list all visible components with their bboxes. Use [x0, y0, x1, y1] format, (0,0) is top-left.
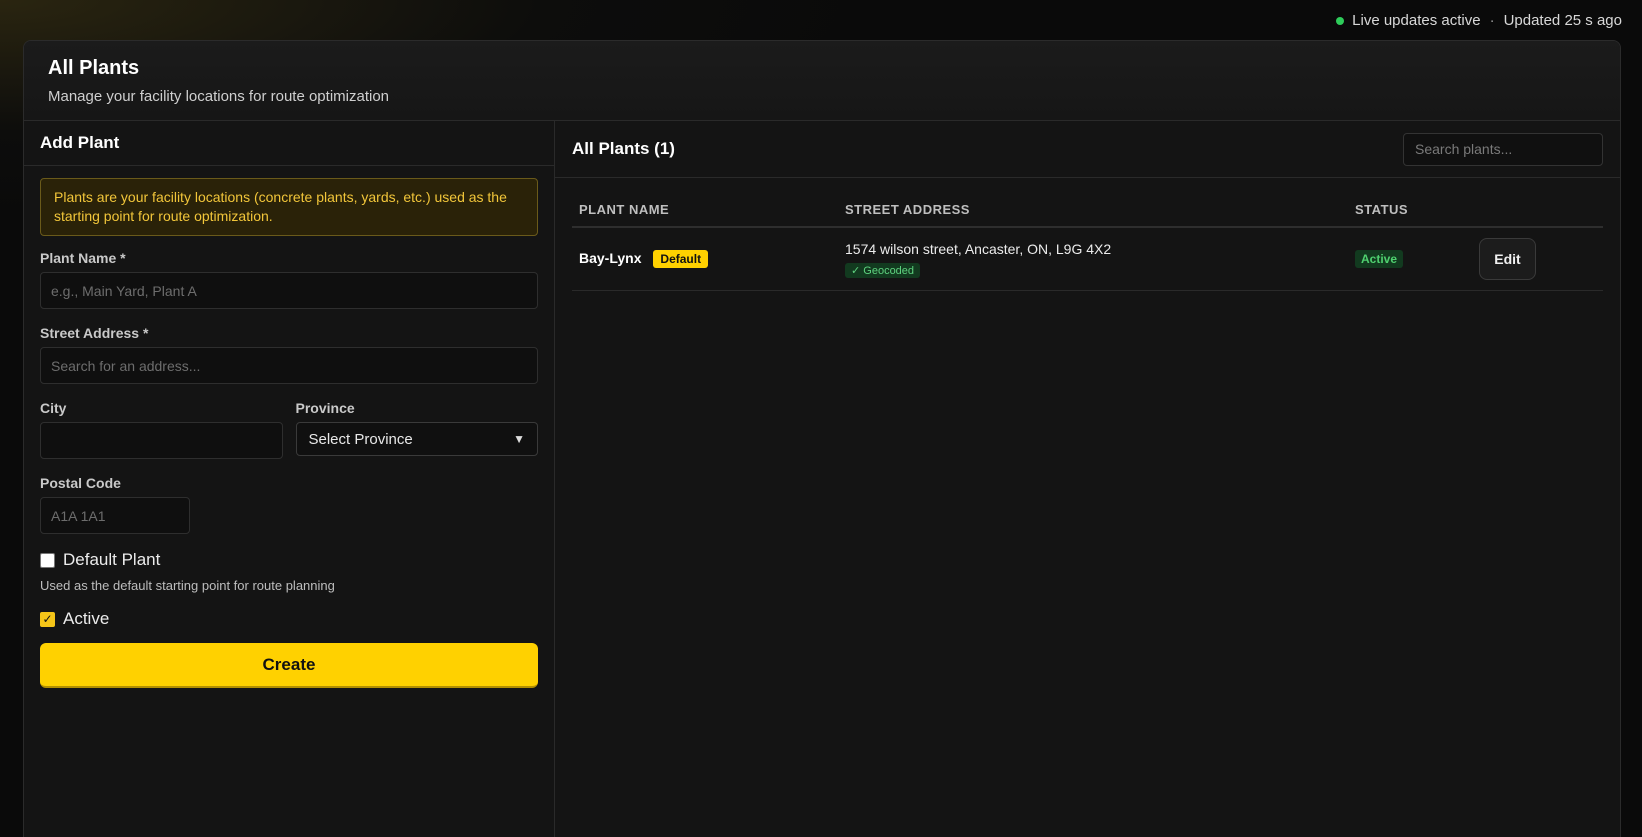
table-header: PLANT NAME STREET ADDRESS STATUS: [572, 192, 1603, 228]
active-checkbox[interactable]: ✓: [40, 611, 55, 627]
column-header-street-address: STREET ADDRESS: [845, 201, 970, 217]
status-separator: ·: [1489, 12, 1495, 29]
create-button[interactable]: Create: [40, 643, 538, 688]
list-header: All Plants (1): [555, 121, 1620, 178]
status-badge: Active: [1355, 250, 1404, 268]
actions-cell: Edit: [1472, 238, 1603, 280]
add-plant-form: Plants are your facility locations (conc…: [24, 166, 554, 700]
list-title: All Plants (1): [572, 139, 675, 158]
live-status-bar: Live updates active · Updated 25 s ago: [1336, 12, 1622, 29]
live-dot-icon: [1336, 16, 1345, 25]
city-input[interactable]: [40, 422, 283, 459]
column-header-status: STATUS: [1355, 201, 1409, 217]
geocoded-badge: ✓ Geocoded: [845, 262, 921, 278]
plants-table: PLANT NAME STREET ADDRESS STATUS Bay-Lyn…: [572, 192, 1603, 291]
page-header: All Plants Manage your facility location…: [24, 41, 1620, 121]
search-plants-input[interactable]: [1403, 132, 1603, 166]
plant-name: Bay-Lynx: [579, 250, 642, 266]
active-row: ✓ Active: [40, 609, 538, 629]
chevron-down-icon: ▼: [513, 432, 525, 446]
edit-button[interactable]: Edit: [1479, 238, 1536, 280]
add-plant-title: Add Plant: [24, 121, 554, 166]
province-label: Province: [295, 400, 355, 416]
table-row: Bay-Lynx Default 1574 wilson street, Anc…: [572, 228, 1603, 291]
column-header-plant-name: PLANT NAME: [579, 201, 670, 217]
default-plant-hint: Used as the default starting point for r…: [40, 578, 335, 593]
page-subtitle: Manage your facility locations for route…: [48, 88, 390, 105]
postal-code-input[interactable]: [40, 497, 190, 534]
active-label: Active: [63, 609, 110, 628]
updated-timestamp: Updated 25 s ago: [1503, 12, 1622, 29]
default-plant-checkbox[interactable]: [40, 552, 55, 568]
province-select[interactable]: Select Province ▼: [295, 422, 538, 456]
default-badge: Default: [653, 250, 709, 268]
plant-name-cell: Bay-Lynx Default: [572, 250, 838, 268]
street-address-input[interactable]: [40, 347, 538, 384]
province-selected-value: Select Province: [308, 430, 413, 448]
plants-panel: All Plants Manage your facility location…: [23, 40, 1621, 837]
plant-name-input[interactable]: [40, 272, 538, 309]
live-status-text: Live updates active: [1352, 12, 1481, 29]
plant-name-label: Plant Name *: [40, 250, 126, 266]
status-cell: Active: [1348, 250, 1472, 268]
add-plant-section: Add Plant Plants are your facility locat…: [24, 121, 555, 837]
default-plant-label: Default Plant: [63, 550, 161, 569]
postal-code-label: Postal Code: [40, 475, 121, 491]
city-label: City: [40, 400, 67, 416]
plant-address: 1574 wilson street, Ancaster, ON, L9G 4X…: [845, 240, 1112, 257]
checkmark-icon: ✓: [42, 612, 53, 626]
plants-list-section: All Plants (1) PLANT NAME STREET ADDRESS…: [555, 121, 1620, 837]
info-notice: Plants are your facility locations (conc…: [40, 178, 538, 236]
street-address-cell: 1574 wilson street, Ancaster, ON, L9G 4X…: [838, 241, 1348, 278]
page-title: All Plants: [48, 57, 140, 79]
default-plant-row: Default Plant: [40, 550, 538, 570]
street-address-label: Street Address *: [40, 325, 149, 341]
